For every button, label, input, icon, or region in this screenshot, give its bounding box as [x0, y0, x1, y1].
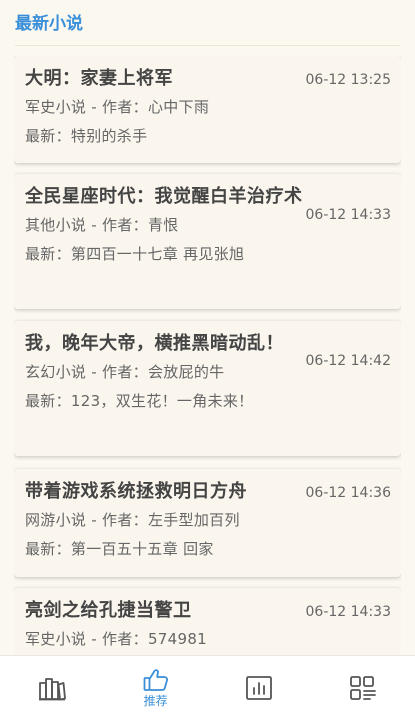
novel-update-time: 06-12 14:33	[305, 207, 391, 223]
novel-title[interactable]: 大明：家妻上将军	[25, 64, 303, 93]
novel-card[interactable]: 亮剑之给孔捷当警卫 06-12 14:33 军史小说 - 作者：574981	[14, 588, 401, 656]
novel-card[interactable]: 我，晚年大帝，横推黑暗动乱！ 06-12 14:42 玄幻小说 - 作者：会放屁…	[14, 321, 401, 456]
novel-latest-chapter[interactable]: 最新：特别的杀手	[25, 122, 391, 151]
nav-item-category[interactable]	[311, 656, 415, 720]
novel-card[interactable]: 全民星座时代：我觉醒白羊治疗术 06-12 14:33 其他小说 - 作者：青恨…	[14, 174, 401, 309]
novel-meta: 军史小说 - 作者：574981	[25, 630, 208, 648]
bar-chart-icon	[245, 675, 273, 701]
novel-list[interactable]: 大明：家妻上将军 06-12 13:25 军史小说 - 作者：心中下雨 最新：特…	[14, 56, 401, 656]
novel-meta: 网游小说 - 作者：左手型加百列	[25, 511, 240, 529]
novel-latest-chapter[interactable]: 最新：第四百一十七章 再见张旭	[25, 240, 391, 269]
nav-item-recommend[interactable]: 推荐	[104, 656, 208, 720]
nav-label-recommend: 推荐	[143, 694, 168, 708]
novel-title[interactable]: 我，晚年大帝，横推黑暗动乱！	[25, 329, 303, 358]
category-grid-icon	[349, 675, 377, 701]
novel-card[interactable]: 大明：家妻上将军 06-12 13:25 军史小说 - 作者：心中下雨 最新：特…	[14, 56, 401, 163]
novel-title[interactable]: 亮剑之给孔捷当警卫	[25, 596, 303, 625]
novel-update-time: 06-12 14:33	[305, 604, 391, 620]
thumbs-up-icon	[143, 668, 169, 692]
novel-title[interactable]: 带着游戏系统拯救明日方舟	[25, 477, 303, 506]
novel-latest-chapter[interactable]: 最新：123，双生花！一角未来！	[25, 387, 391, 416]
novel-title[interactable]: 全民星座时代：我觉醒白羊治疗术	[25, 182, 303, 211]
novel-meta: 军史小说 - 作者：心中下雨	[25, 98, 210, 116]
novel-card[interactable]: 带着游戏系统拯救明日方舟 06-12 14:36 网游小说 - 作者：左手型加百…	[14, 469, 401, 577]
nav-item-ranking[interactable]	[208, 656, 312, 720]
novel-update-time: 06-12 13:25	[305, 72, 391, 88]
bottom-nav: 推荐	[0, 655, 415, 720]
section-divider	[15, 45, 400, 46]
nav-item-bookshelf[interactable]	[0, 656, 104, 720]
novel-update-time: 06-12 14:42	[305, 353, 391, 369]
section-title: 最新小说	[15, 14, 83, 34]
bookshelf-icon	[38, 675, 66, 701]
novel-update-time: 06-12 14:36	[305, 485, 391, 501]
novel-latest-chapter[interactable]: 最新：第一百五十五章 回家	[25, 535, 391, 564]
